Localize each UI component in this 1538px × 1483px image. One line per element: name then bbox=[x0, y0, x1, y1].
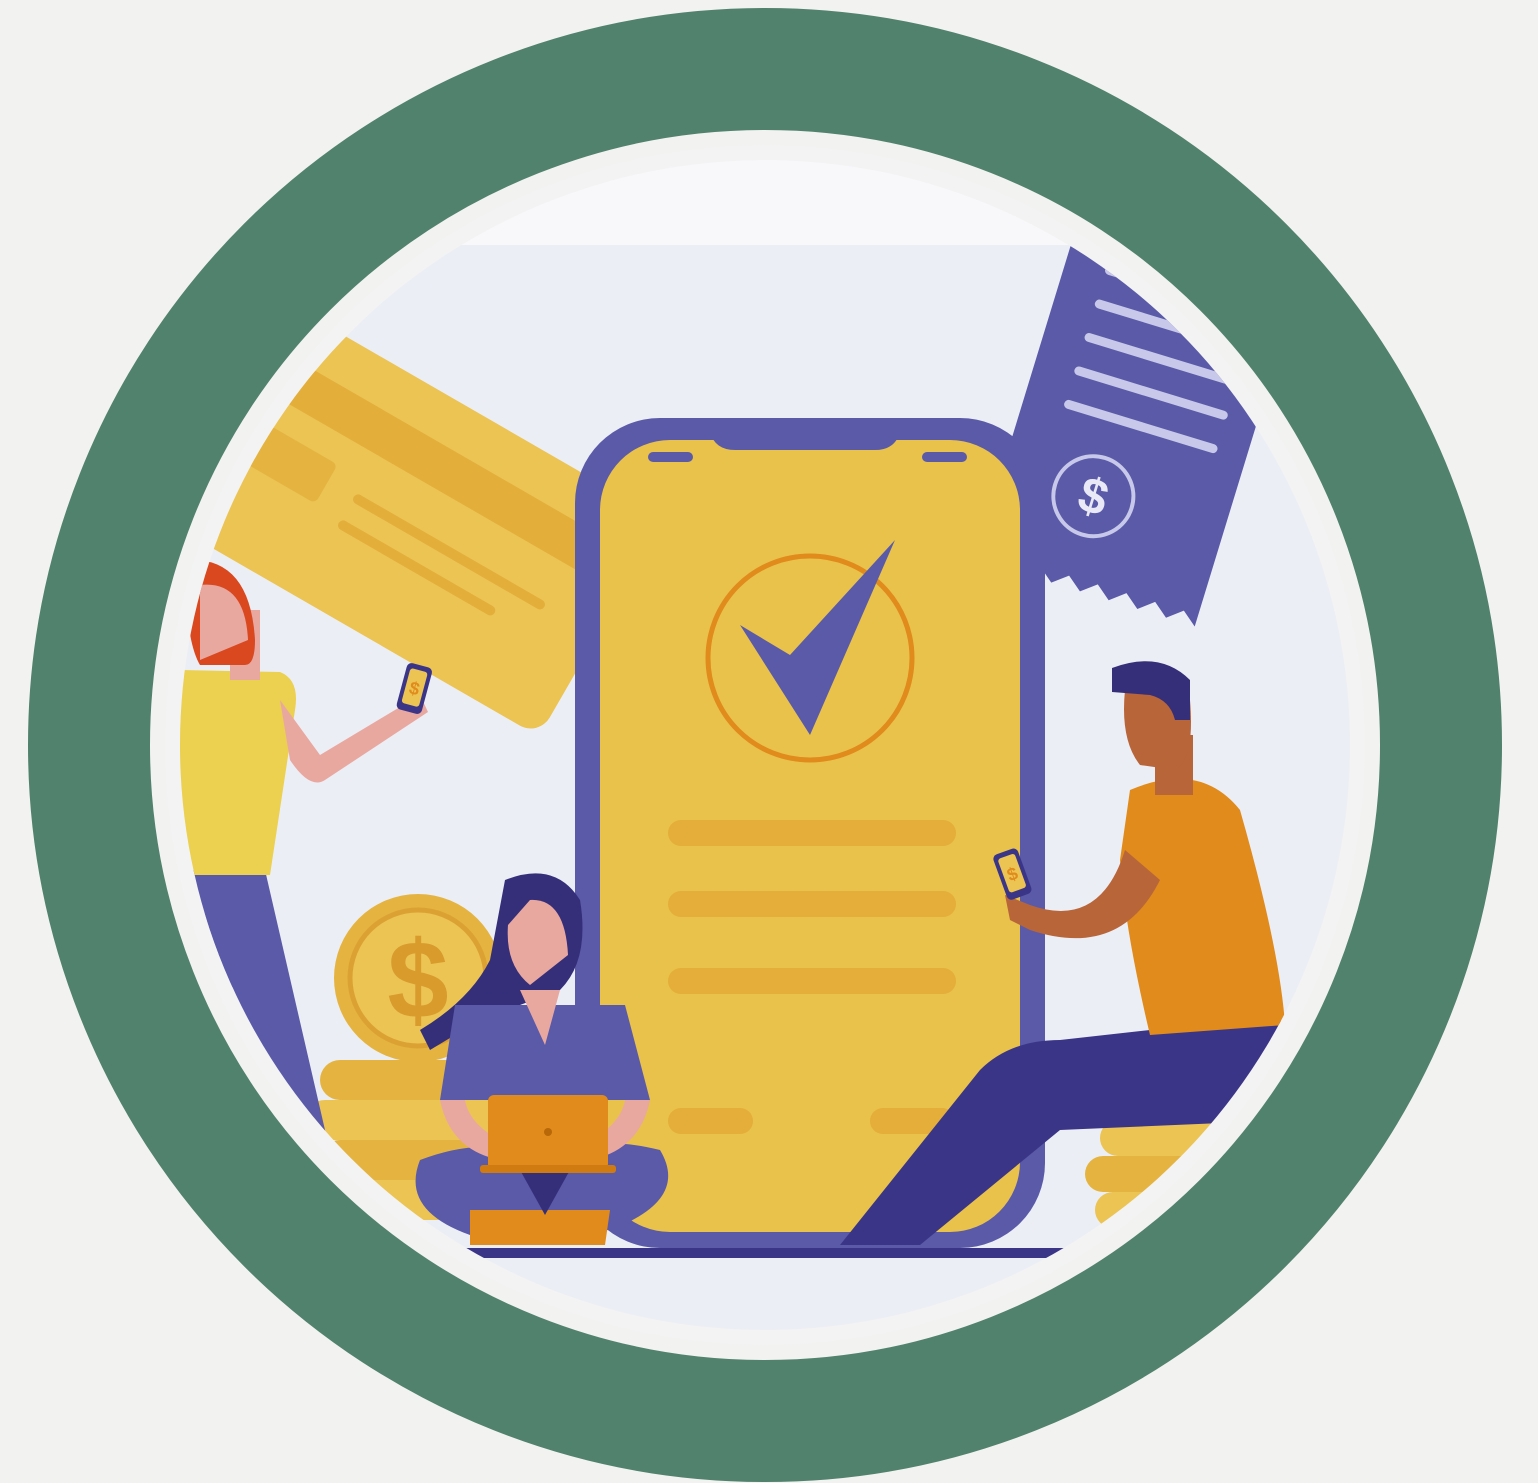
laptop-icon bbox=[480, 1095, 616, 1173]
payment-illustration: $ $ $ $ bbox=[28, 8, 1502, 1482]
illustration-stage: $ $ $ $ bbox=[0, 0, 1538, 1483]
